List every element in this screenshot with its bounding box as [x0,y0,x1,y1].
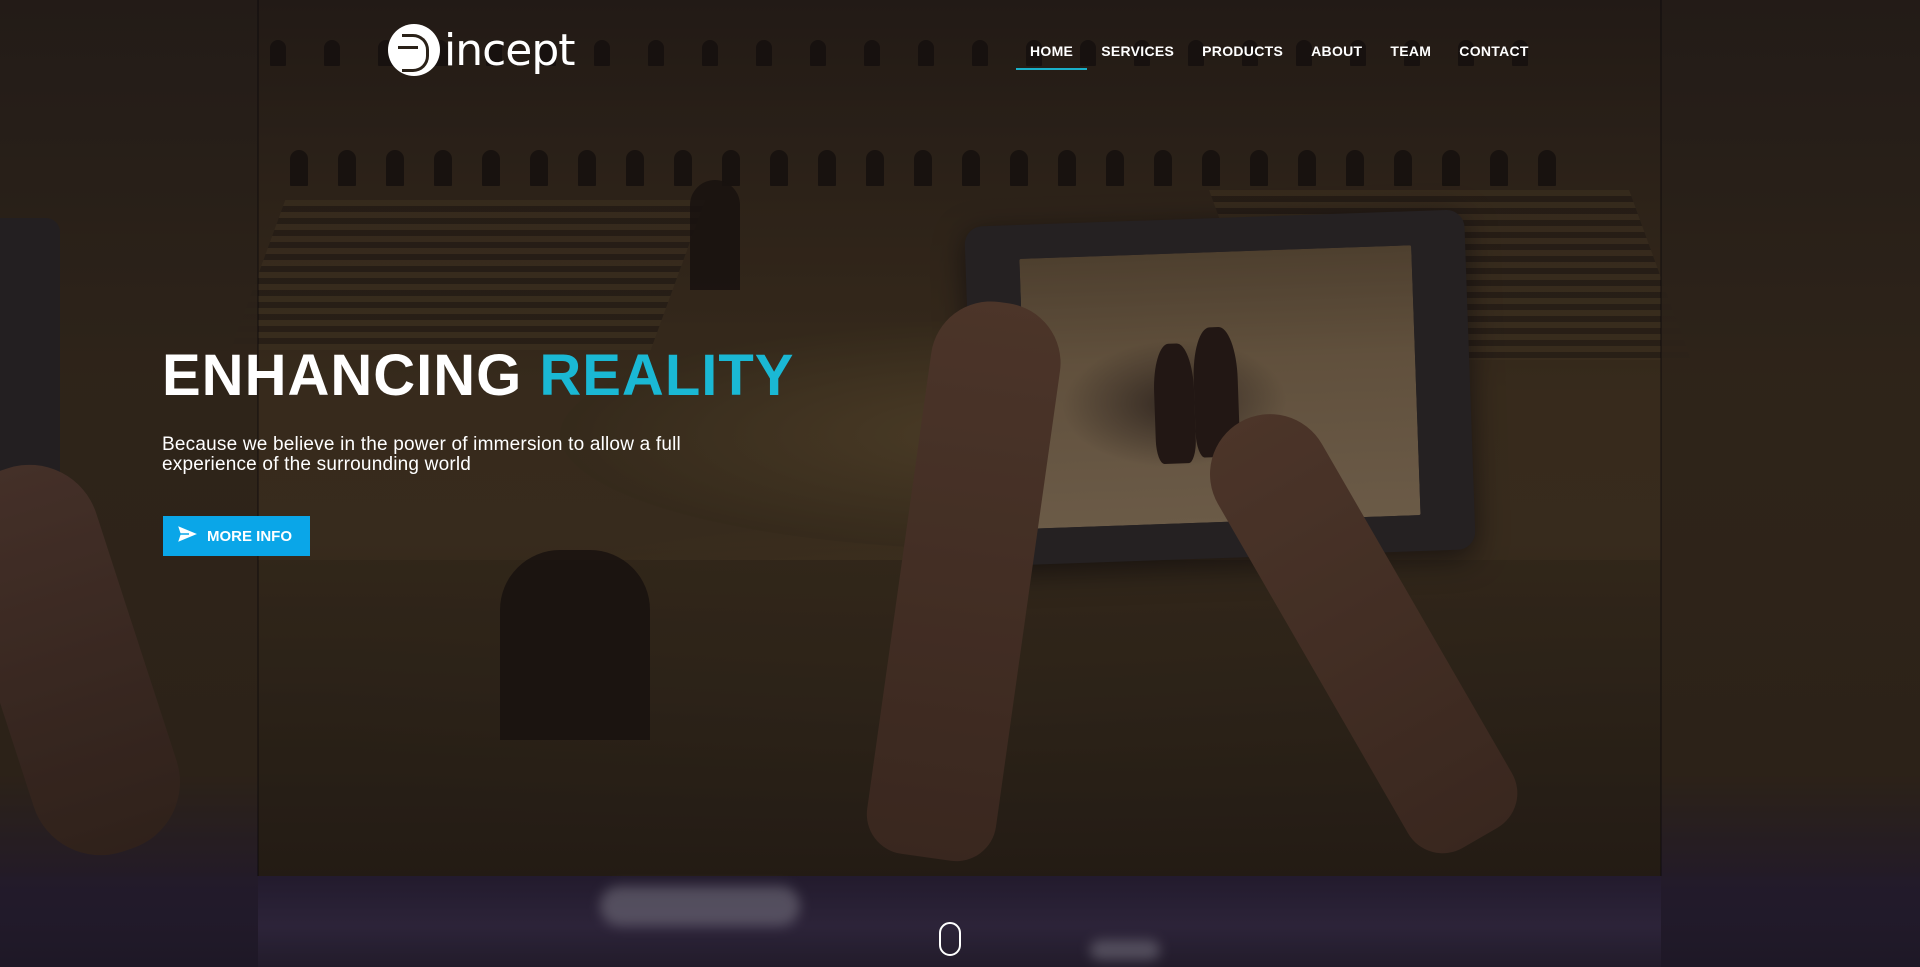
hero-title-accent: REALITY [539,343,795,408]
mouse-scroll-icon[interactable] [939,922,961,956]
nav-item-home[interactable]: HOME [1016,40,1088,70]
brand-logo[interactable]: incept [388,24,576,76]
nav-item-about[interactable]: ABOUT [1297,40,1376,70]
paper-plane-icon [175,523,207,547]
hero-background-image [0,0,1920,967]
hero-title-main: ENHANCING [162,343,523,408]
more-info-button[interactable]: MORE INFO [163,516,310,556]
more-info-label: MORE INFO [207,527,292,545]
hero-subtitle: Because we believe in the power of immer… [162,434,681,475]
main-nav: HOME SERVICES PRODUCTS ABOUT TEAM CONTAC… [1016,40,1543,70]
nav-item-contact[interactable]: CONTACT [1445,40,1543,70]
circuit-brain-icon [388,24,440,76]
brand-name: incept [444,24,576,76]
nav-item-team[interactable]: TEAM [1376,40,1445,70]
nav-item-services[interactable]: SERVICES [1087,40,1188,70]
nav-item-products[interactable]: PRODUCTS [1188,40,1297,70]
hero-title: ENHANCING REALITY [162,342,794,409]
